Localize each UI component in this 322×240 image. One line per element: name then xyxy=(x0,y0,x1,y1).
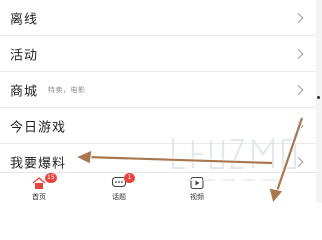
chevron-right-icon xyxy=(293,84,304,95)
menu-item-offline[interactable]: 离线 xyxy=(0,0,316,36)
tab-label: 话题 xyxy=(112,193,126,201)
tab-badge: 15 xyxy=(45,173,57,183)
tab-video[interactable]: 视频 xyxy=(172,173,222,203)
menu-item-games[interactable]: 今日游戏 xyxy=(0,108,316,144)
side-scroll-edge xyxy=(316,0,322,203)
chevron-right-icon xyxy=(293,157,304,167)
tab-topics[interactable]: 1 话题 xyxy=(94,173,144,203)
chevron-right-icon xyxy=(293,12,304,23)
bottom-tab-bar: 15 首页 1 话题 视频 xyxy=(0,172,316,203)
menu-item-mall[interactable]: 商城 特卖，电影 xyxy=(0,72,316,108)
menu-item-label: 今日游戏 xyxy=(10,120,67,135)
menu-item-activity[interactable]: 活动 xyxy=(0,36,316,72)
scroll-indicator xyxy=(317,96,320,99)
menu-item-label: 活动 xyxy=(10,48,39,63)
chevron-right-icon xyxy=(293,120,304,131)
tab-badge: 1 xyxy=(124,173,135,183)
menu-item-label: 我要爆料 xyxy=(10,156,67,172)
settings-panel: 离线 活动 商城 特卖，电影 今日游戏 我要爆料 15 首页 1 话题 视频 xyxy=(0,0,316,203)
app-screen: 离线 活动 商城 特卖，电影 今日游戏 我要爆料 15 首页 1 话题 视频 xyxy=(0,0,322,203)
video-play-icon xyxy=(190,176,204,190)
menu-item-label: 商城 xyxy=(10,84,39,99)
tab-label: 视频 xyxy=(190,193,204,201)
menu-item-label: 离线 xyxy=(10,12,39,27)
chevron-right-icon xyxy=(293,48,304,59)
menu-item-subtitle: 特卖，电影 xyxy=(48,85,86,94)
tab-home[interactable]: 15 首页 xyxy=(14,173,64,203)
tab-label: 首页 xyxy=(32,193,46,201)
